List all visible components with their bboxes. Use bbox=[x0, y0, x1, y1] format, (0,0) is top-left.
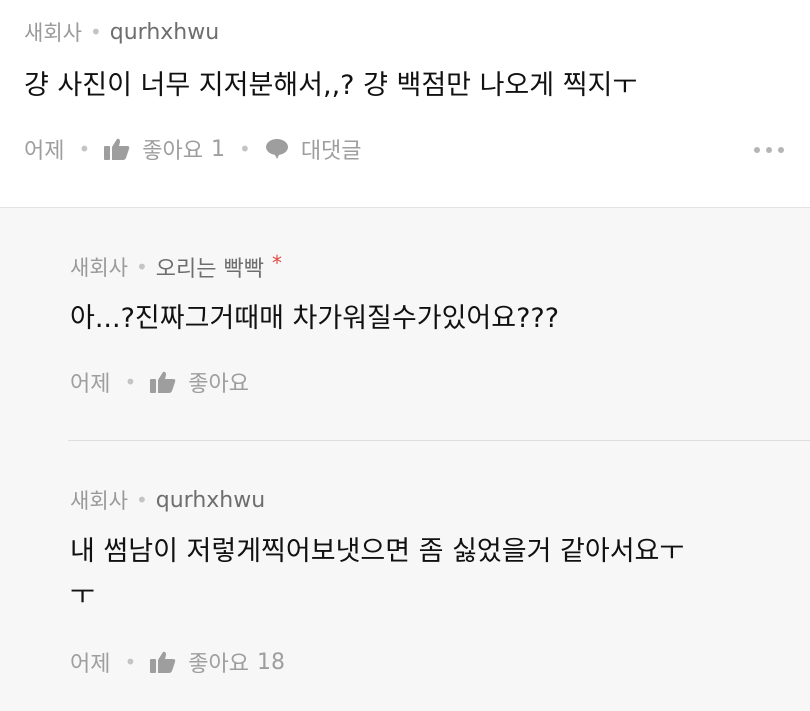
like-label: 좋아요 bbox=[188, 652, 250, 677]
separator-dot: • bbox=[135, 488, 148, 512]
replies-section: 새회사 • 오리는 빡빡 * 아...?진짜그거때매 차가워질수가있어요??? … bbox=[0, 208, 810, 711]
separator-dot: • bbox=[135, 255, 148, 279]
author-company: 새회사 bbox=[70, 489, 128, 513]
author-company: 새회사 bbox=[24, 21, 82, 45]
reply-button[interactable]: 대댓글 bbox=[265, 133, 362, 165]
reply-text: 아...?진짜그거때매 차가워질수가있어요??? bbox=[70, 303, 560, 334]
comment-time: 어제 bbox=[24, 139, 65, 164]
reply-time: 어제 bbox=[70, 372, 111, 397]
author-mark: * bbox=[271, 251, 282, 275]
like-label: 좋아요 bbox=[188, 372, 250, 397]
like-count: 1 bbox=[211, 136, 226, 162]
reply-actions: 어제 • 좋아요 18 bbox=[70, 646, 285, 678]
more-options-icon[interactable] bbox=[754, 147, 784, 153]
more-dot bbox=[766, 147, 772, 153]
separator-dot: • bbox=[124, 650, 137, 674]
reply-meta: 새회사 • qurhxhwu bbox=[70, 485, 265, 515]
more-dot bbox=[778, 147, 784, 153]
speech-bubble-icon bbox=[265, 139, 288, 159]
more-dot bbox=[754, 147, 760, 153]
like-count: 18 bbox=[257, 649, 286, 675]
comment-text: 걍 사진이 너무 지저분해서,,? 걍 백점만 나오게 찍지ㅜ bbox=[24, 70, 638, 101]
author-nickname[interactable]: qurhxhwu bbox=[156, 488, 265, 513]
reply-label: 대댓글 bbox=[300, 139, 362, 164]
reply-actions: 어제 • 좋아요 bbox=[70, 366, 249, 398]
like-button[interactable]: 좋아요 1 bbox=[104, 133, 225, 165]
comment-meta: 새회사 • qurhxhwu bbox=[24, 17, 219, 47]
author-company: 새회사 bbox=[70, 256, 128, 280]
comment-actions: 어제 • 좋아요 1 • 대댓글 bbox=[24, 133, 362, 165]
reply-meta: 새회사 • 오리는 빡빡 * bbox=[70, 251, 282, 283]
like-button[interactable]: 좋아요 bbox=[150, 366, 249, 398]
thumbs-up-icon bbox=[104, 138, 130, 160]
reply-time: 어제 bbox=[70, 652, 111, 677]
reply-text-line: 내 썸남이 저렇게찍어보냇으면 좀 싫었을거 같아서요ㅜ bbox=[70, 536, 685, 567]
separator-dot: • bbox=[124, 370, 137, 394]
separator-dot: • bbox=[78, 137, 91, 161]
thumbs-up-icon bbox=[150, 651, 176, 673]
like-button[interactable]: 좋아요 18 bbox=[150, 646, 285, 678]
separator-dot: • bbox=[89, 20, 102, 44]
reply-divider bbox=[68, 440, 810, 441]
thumbs-up-icon bbox=[150, 371, 176, 393]
like-label: 좋아요 bbox=[142, 139, 204, 164]
author-nickname[interactable]: 오리는 빡빡 bbox=[156, 251, 264, 283]
comment: 새회사 • qurhxhwu 걍 사진이 너무 지저분해서,,? 걍 백점만 나… bbox=[0, 0, 810, 208]
reply-text-line: ㅜ bbox=[70, 580, 95, 611]
separator-dot: • bbox=[239, 137, 251, 161]
author-nickname[interactable]: qurhxhwu bbox=[110, 20, 219, 45]
